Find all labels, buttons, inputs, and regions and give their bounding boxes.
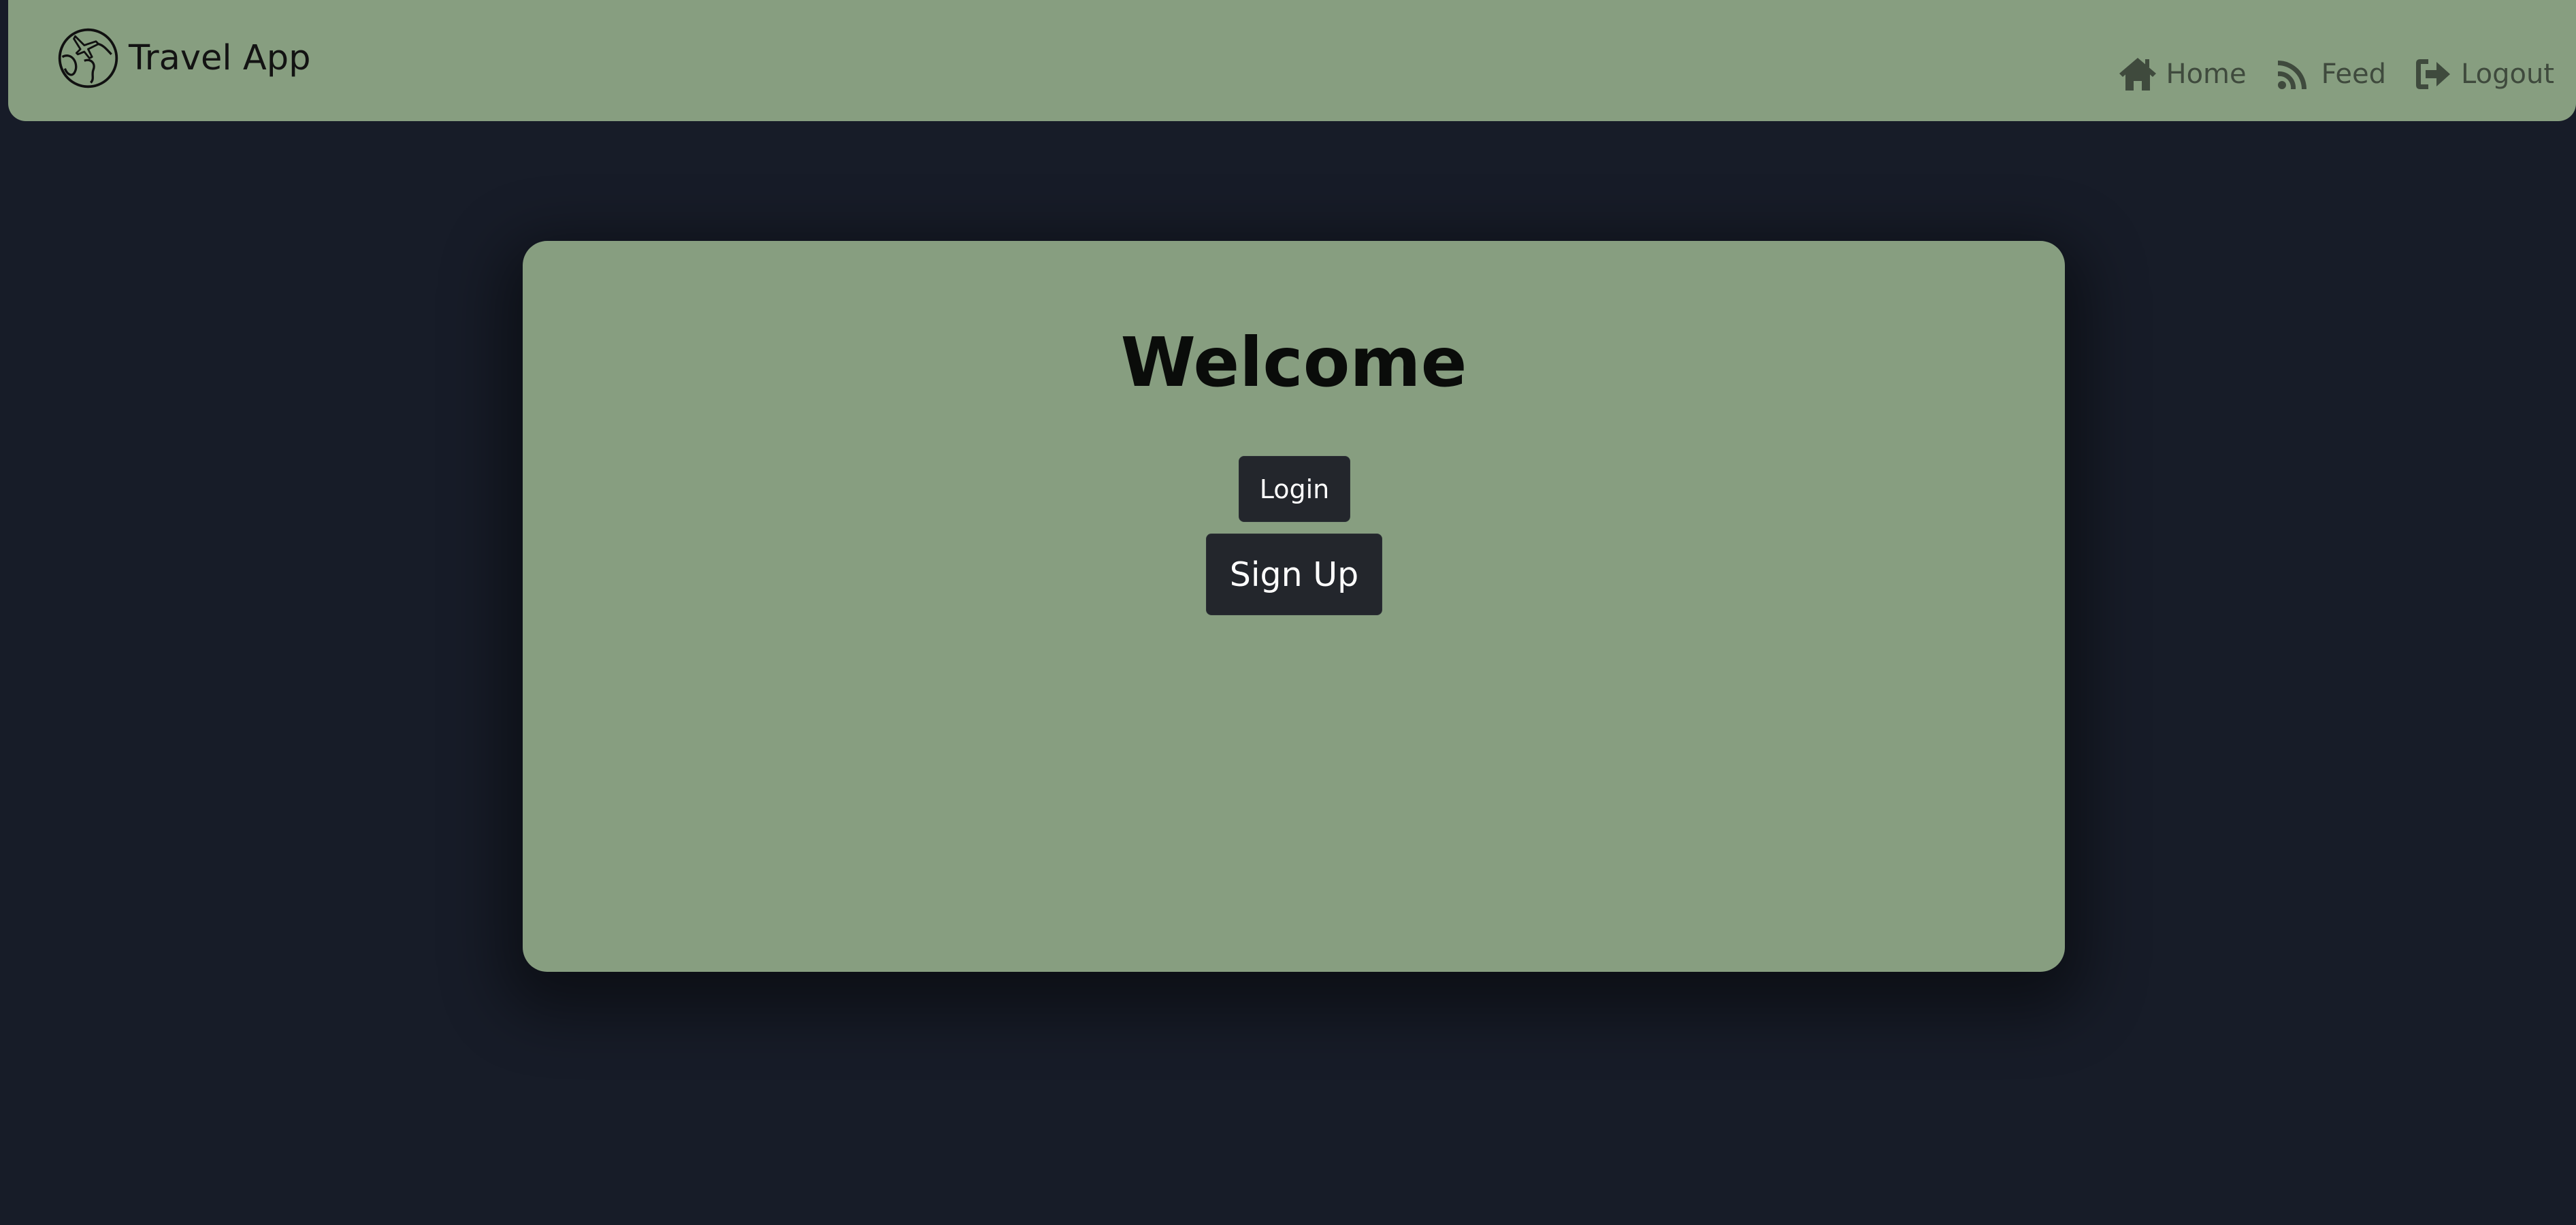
rss-feed-icon — [2277, 61, 2306, 89]
logout-icon — [2416, 59, 2451, 89]
signup-button[interactable]: Sign Up — [1206, 534, 1382, 615]
nav-links: Home Feed Logout — [2091, 53, 2554, 95]
welcome-card: Welcome Login Sign Up — [523, 241, 2065, 972]
welcome-heading: Welcome — [1120, 323, 1467, 402]
nav-link-logout-label: Logout — [2461, 59, 2554, 90]
login-button[interactable]: Login — [1239, 456, 1350, 522]
nav-link-feed-label: Feed — [2321, 59, 2387, 90]
nav-link-feed[interactable]: Feed — [2274, 56, 2386, 92]
brand[interactable]: Travel App — [56, 26, 310, 91]
globe-airplane-icon — [58, 28, 118, 88]
nav-link-home-label: Home — [2166, 59, 2247, 90]
nav-link-logout[interactable]: Logout — [2413, 56, 2554, 92]
nav-link-home[interactable]: Home — [2118, 56, 2247, 92]
home-icon — [2119, 58, 2157, 91]
brand-name: Travel App — [129, 38, 311, 78]
top-navbar: Travel App Home Feed Logout — [8, 0, 2576, 121]
